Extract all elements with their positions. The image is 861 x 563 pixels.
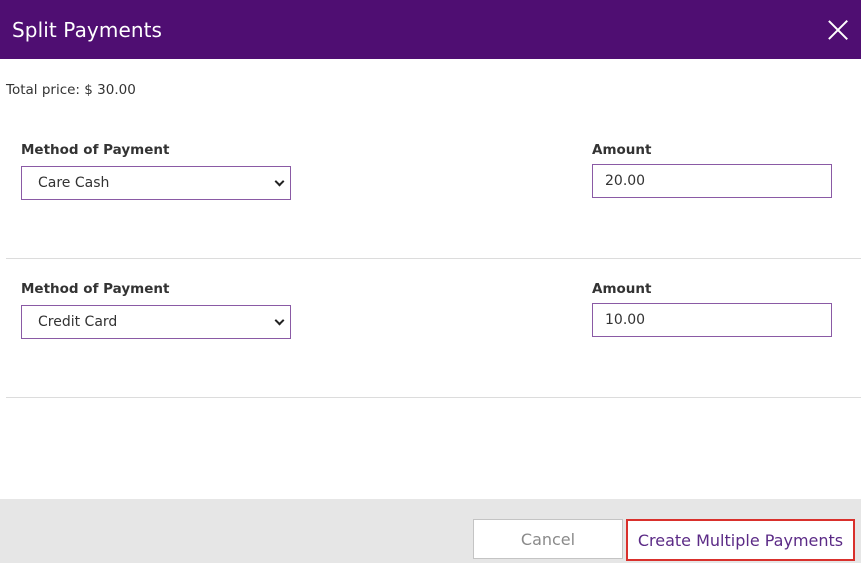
cancel-button[interactable]: Cancel bbox=[473, 519, 623, 559]
amount-label: Amount bbox=[592, 142, 652, 158]
amount-input[interactable]: 20.00 bbox=[592, 164, 832, 198]
dialog-header: Split Payments bbox=[0, 0, 861, 59]
method-select-value: Care Cash bbox=[38, 175, 110, 191]
total-price: Total price: $ 30.00 bbox=[6, 82, 136, 98]
amount-input-value: 20.00 bbox=[605, 173, 646, 189]
method-select[interactable]: Care Cash bbox=[21, 166, 291, 200]
amount-input[interactable]: 10.00 bbox=[592, 303, 832, 337]
dialog-title: Split Payments bbox=[12, 17, 163, 42]
method-select[interactable]: Credit Card bbox=[21, 305, 291, 339]
create-multiple-payments-button[interactable]: Create Multiple Payments bbox=[626, 519, 855, 561]
method-label: Method of Payment bbox=[21, 142, 170, 158]
amount-label: Amount bbox=[592, 281, 652, 297]
method-select-value: Credit Card bbox=[38, 314, 118, 330]
method-label: Method of Payment bbox=[21, 281, 170, 297]
chevron-down-icon bbox=[274, 176, 285, 187]
chevron-down-icon bbox=[274, 315, 285, 326]
dialog-footer: Cancel Create Multiple Payments bbox=[0, 499, 861, 563]
close-icon[interactable] bbox=[827, 19, 849, 41]
amount-input-value: 10.00 bbox=[605, 312, 646, 328]
row-divider bbox=[6, 397, 861, 398]
row-divider bbox=[6, 258, 861, 259]
